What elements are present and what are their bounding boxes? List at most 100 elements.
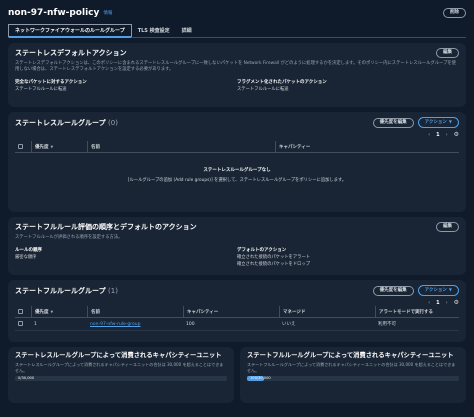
stateless-rule-groups-panel: ステートレスルールグループ (0) 優先度を編集 アクション ▼ ‹ 1 › ⚙ … xyxy=(8,112,466,212)
kv-value: ステートフルルールに転送 xyxy=(237,87,289,92)
table-header: 優先度 ▼ 名前 キャパシティー マネージド アラートモードで実行する xyxy=(15,306,459,318)
edit-button[interactable]: 編集 xyxy=(436,222,459,232)
capacity-meter: 0/30,000 xyxy=(15,376,227,381)
column-header-name[interactable]: 名前 xyxy=(87,306,183,317)
card-description: ステートレスルールグループによって消費されるキャパシティーユニットの合計は 30… xyxy=(15,362,224,373)
panel-description: ステートレスデフォルトアクションは、このポリシーに含まれるステートレスルールグル… xyxy=(15,61,456,72)
card-title: ステートフルルールグループによって消費されるキャパシティーユニット xyxy=(247,352,454,359)
select-all-checkbox[interactable] xyxy=(18,309,23,314)
cell-priority: 1 xyxy=(34,321,37,327)
key-value-grid: ルールの順序 厳密な順序 デフォルトのアクション 確立された接続のパケットをアラ… xyxy=(15,247,459,267)
kv-value: 厳密な順序 xyxy=(15,255,37,260)
empty-state-text: [ルールグループの追加 (Add rule groups)] を選択して、ステー… xyxy=(127,178,347,183)
delete-button[interactable]: 削除 xyxy=(443,8,466,18)
select-all-checkbox[interactable] xyxy=(18,144,23,149)
cell-capacity: 100 xyxy=(186,321,195,327)
panel-header: ステートレスルールグループ (0) 優先度を編集 アクション ▼ xyxy=(15,117,459,128)
tab-rule-groups[interactable]: ネットワークファイアウォールのルールグループ xyxy=(8,24,132,38)
kv-full-packets: 完全なパケットに対するアクション ステートフルルールに転送 xyxy=(15,79,237,92)
row-select-cell xyxy=(15,320,31,328)
column-label: 優先度 xyxy=(35,144,49,150)
actions-dropdown[interactable]: アクション ▼ xyxy=(417,285,459,296)
edit-priority-button[interactable]: 優先度を編集 xyxy=(372,117,414,128)
panel-title: ステートレスデフォルトアクション xyxy=(15,49,127,57)
item-count: (0) xyxy=(108,118,118,127)
cell-managed: いいえ xyxy=(282,322,296,327)
item-count: (1) xyxy=(108,286,118,295)
row-checkbox[interactable] xyxy=(18,320,23,326)
kv-label: 完全なパケットに対するアクション xyxy=(15,80,87,85)
page: non-97-nfw-policy 情報 削除 ネットワークファイアウォールのル… xyxy=(0,0,474,417)
sort-icon: ▼ xyxy=(50,144,54,149)
actions-label: アクション xyxy=(424,288,447,293)
kv-value: ステートフルルールに転送 xyxy=(15,87,67,92)
pagination: ‹ 1 › ⚙ xyxy=(15,131,459,138)
empty-state-title: ステートレスルールグループなし xyxy=(203,168,271,173)
column-header-alert-mode[interactable]: アラートモードで実行する xyxy=(375,306,459,317)
tab-details[interactable]: 詳細 xyxy=(176,27,198,37)
current-page[interactable]: 1 xyxy=(436,300,439,306)
panel-description: ステートフルルールが評価される順序を設定する方法。 xyxy=(15,235,123,240)
tab-tls-inspection[interactable]: TLS 検査設定 xyxy=(132,27,176,37)
edit-button[interactable]: 編集 xyxy=(436,48,459,58)
cell-alert-mode: 利用不可 xyxy=(378,322,396,327)
kv-default-action: デフォルトのアクション 確立された接続のパケットをアラート 確立された接続のパケ… xyxy=(237,247,459,267)
column-header-priority[interactable]: 優先度 ▼ xyxy=(31,141,87,152)
sort-icon: ▼ xyxy=(50,309,54,314)
gear-icon[interactable]: ⚙ xyxy=(454,131,459,138)
current-page[interactable]: 1 xyxy=(436,132,439,138)
empty-state: ステートレスルールグループなし [ルールグループの追加 (Add rule gr… xyxy=(15,167,459,183)
next-page-icon[interactable]: › xyxy=(446,300,448,306)
kv-value: 確立された接続のパケットをアラート xyxy=(237,255,311,260)
column-header-capacity[interactable]: キャパシティー xyxy=(183,306,279,317)
column-header-capacity[interactable]: キャパシティー xyxy=(275,141,459,152)
stateful-rule-groups-panel: ステートフルルールグループ (1) 優先度を編集 アクション ▼ ‹ 1 › ⚙ … xyxy=(8,280,466,342)
actions-dropdown[interactable]: アクション ▼ xyxy=(417,117,459,128)
action-buttons: 優先度を編集 アクション ▼ xyxy=(372,117,459,128)
panel-header: ステートフルルール評価の順序とデフォルトのアクション 編集 xyxy=(15,222,459,232)
actions-label: アクション xyxy=(424,120,447,125)
next-page-icon[interactable]: › xyxy=(446,132,448,138)
action-buttons: 優先度を編集 アクション ▼ xyxy=(372,285,459,296)
title-row: non-97-nfw-policy 情報 xyxy=(8,8,112,18)
panel-title: ステートフルルール評価の順序とデフォルトのアクション xyxy=(15,223,197,231)
prev-page-icon[interactable]: ‹ xyxy=(428,132,430,138)
card-description: ステートフルルールグループによって消費されるキャパシティーユニットの合計は 30… xyxy=(247,362,456,373)
card-title: ステートレスルールグループによって消費されるキャパシティーユニット xyxy=(15,352,222,359)
column-label: 優先度 xyxy=(35,309,49,315)
column-header-name[interactable]: 名前 xyxy=(87,141,275,152)
column-label: 名前 xyxy=(91,309,100,315)
column-header-priority[interactable]: 優先度 ▼ xyxy=(31,306,87,317)
column-label: キャパシティー xyxy=(279,144,311,150)
capacity-meter: 100/30,000 xyxy=(247,376,459,381)
column-label: 名前 xyxy=(91,144,100,150)
table-row[interactable]: 1 non-97-nfw-rule-group 100 いいえ 利用不可 xyxy=(15,318,459,331)
panel-header: ステートフルルールグループ (1) 優先度を編集 アクション ▼ xyxy=(15,285,459,296)
meter-label: 100/30,000 xyxy=(250,375,271,380)
column-label: アラートモードで実行する xyxy=(379,309,433,315)
rule-group-link[interactable]: non-97-nfw-rule-group xyxy=(90,322,141,327)
edit-priority-button[interactable]: 優先度を編集 xyxy=(372,285,414,296)
info-link[interactable]: 情報 xyxy=(103,10,112,16)
stateless-default-panel: ステートレスデフォルトアクション 編集 ステートレスデフォルトアクションは、この… xyxy=(8,43,466,107)
kv-value: 確立された接続のパケットをドロップ xyxy=(237,262,311,267)
caret-down-icon: ▼ xyxy=(448,119,452,124)
page-title: non-97-nfw-policy xyxy=(8,8,100,18)
panel-header: ステートレスデフォルトアクション 編集 xyxy=(15,48,459,58)
panel-title: ステートレスルールグループ (0) xyxy=(15,118,118,128)
column-header-managed[interactable]: マネージド xyxy=(279,306,375,317)
meter-label: 0/30,000 xyxy=(18,375,35,380)
prev-page-icon[interactable]: ‹ xyxy=(428,300,430,306)
select-all-cell xyxy=(15,306,31,317)
page-header: non-97-nfw-policy 情報 削除 xyxy=(8,6,466,20)
cell-name: non-97-nfw-rule-group xyxy=(87,322,183,327)
kv-label: ルールの順序 xyxy=(15,248,42,253)
caret-down-icon: ▼ xyxy=(448,287,452,292)
kv-label: フラグメント化されたパケットのアクション xyxy=(237,80,327,85)
select-all-cell xyxy=(15,141,31,152)
stateful-capacity-card: ステートフルルールグループによって消費されるキャパシティーユニット ステートフル… xyxy=(240,347,466,403)
gear-icon[interactable]: ⚙ xyxy=(454,299,459,306)
table-header: 優先度 ▼ 名前 キャパシティー xyxy=(15,141,459,153)
key-value-grid: 完全なパケットに対するアクション ステートフルルールに転送 フラグメント化された… xyxy=(15,79,459,92)
panel-title: ステートフルルールグループ (1) xyxy=(15,286,118,296)
